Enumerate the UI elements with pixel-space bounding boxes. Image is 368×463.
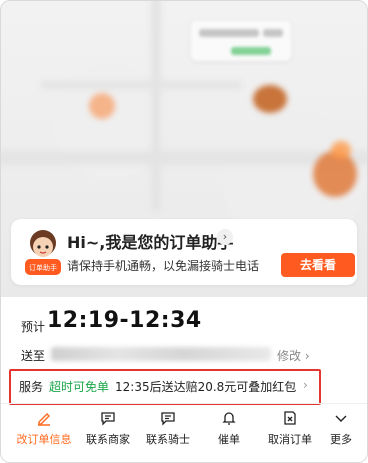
service-tag: 超时可免单	[49, 380, 110, 394]
svg-text:订单助手: 订单助手	[29, 263, 57, 272]
service-label: 服务	[19, 380, 44, 394]
cancel-order-button[interactable]: 取消订单	[255, 410, 325, 450]
map-info-card	[191, 21, 291, 61]
order-page: 订单助手 Hi~,我是您的订单助手 › 请保持手机通畅，以免漏接骑士电话 去看看…	[0, 0, 368, 463]
eta-label: 预计	[21, 320, 46, 334]
destination-pin-icon	[313, 151, 357, 197]
modify-order-button[interactable]: 改订单信息	[9, 410, 79, 450]
view-button[interactable]: 去看看	[281, 253, 355, 277]
assistant-subtitle: 请保持手机通畅，以免漏接骑士电话	[67, 259, 260, 273]
chat-icon	[101, 412, 115, 426]
assistant-mascot-icon: 订单助手	[25, 230, 61, 275]
service-description: 12:35后送达赔20.8元可叠加红包	[115, 380, 297, 394]
service-guarantee-row[interactable]: 服务 超时可免单 12:35后送达赔20.8元可叠加红包 ›	[9, 369, 321, 405]
contact-rider-button[interactable]: 联系骑士	[133, 410, 203, 450]
order-info-sheet: 预计 12:19-12:34 送至 修改 › 服务 超时可免单 12:35后送达…	[1, 297, 367, 462]
assistant-title: Hi~,我是您的订单助手	[67, 233, 234, 252]
order-assistant-card[interactable]: 订单助手 Hi~,我是您的订单助手 › 请保持手机通畅，以免漏接骑士电话 去看看	[11, 219, 357, 285]
order-action-bar: 改订单信息 联系商家 联系骑士 催单 取消订单 更多	[1, 403, 367, 450]
pencil-icon	[38, 413, 50, 426]
address-label: 送至	[21, 349, 46, 363]
cancel-doc-icon	[284, 411, 296, 425]
rider-pin-icon	[253, 85, 287, 113]
bell-icon	[222, 412, 236, 425]
chevron-right-icon[interactable]: ›	[217, 229, 233, 245]
eta-time: 12:19-12:34	[47, 308, 202, 333]
edit-address-link[interactable]: 修改 ›	[277, 347, 310, 364]
chevron-right-icon: ›	[303, 378, 308, 392]
chevron-down-icon	[335, 415, 347, 422]
chat-icon	[161, 412, 175, 426]
store-pin-icon	[89, 93, 115, 119]
address-value	[51, 347, 271, 361]
more-button[interactable]: 更多	[319, 410, 363, 450]
urge-order-button[interactable]: 催单	[194, 410, 264, 450]
